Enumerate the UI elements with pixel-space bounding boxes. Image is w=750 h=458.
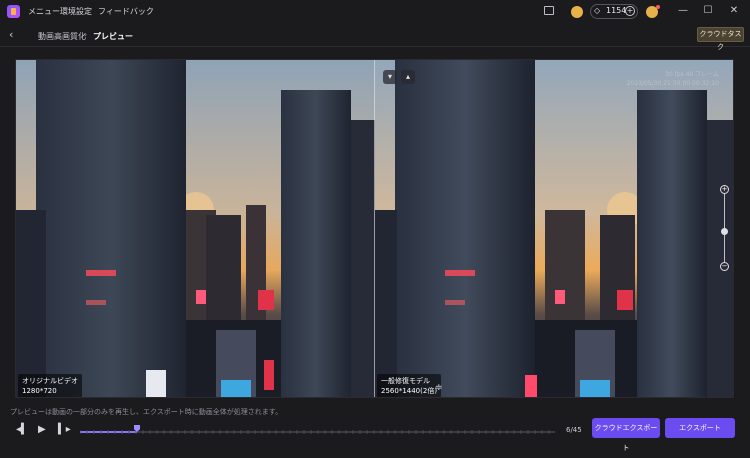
frame-counter: 6/45 xyxy=(566,426,582,434)
timeline-ticks xyxy=(80,430,550,434)
original-video-frame: オリジナルビデオ 1280*720 xyxy=(16,60,375,397)
minimize-icon[interactable]: — xyxy=(675,4,691,18)
monitor-icon[interactable] xyxy=(544,6,554,15)
menu-item-preferences[interactable]: 環境設定 xyxy=(60,6,92,17)
comparison-divider[interactable] xyxy=(374,60,375,397)
thumbs-up-icon[interactable]: ▴ xyxy=(401,70,415,84)
zoom-out-icon[interactable]: − xyxy=(720,262,729,271)
back-icon[interactable]: ‹ xyxy=(9,28,13,41)
original-video-label: オリジナルビデオ 1280*720 xyxy=(18,374,82,397)
preview-notice: プレビューは動画の一部分のみを再生し、エクスポート時に動画全体が処理されます。 xyxy=(10,408,283,416)
app-logo-icon xyxy=(7,5,20,18)
zoom-in-icon[interactable]: + xyxy=(720,185,729,194)
menu-item-feedback[interactable]: フィードバック xyxy=(98,6,154,17)
watermark-line-2: 2023/05/30 21:50:00 00:32:10 xyxy=(626,80,719,87)
enhanced-model-title: 一般修復モデル xyxy=(381,377,430,385)
cloud-task-button[interactable]: クラウドタスク xyxy=(697,27,744,51)
export-button[interactable]: エクスポート xyxy=(665,418,735,438)
add-credits-icon[interactable]: + xyxy=(625,6,635,16)
avatar[interactable] xyxy=(646,5,660,18)
breadcrumb-separator-icon: › xyxy=(84,30,88,39)
cloud-export-button[interactable]: クラウドエクスポート xyxy=(592,418,660,452)
enhanced-video-frame: ▾ ▴ 30 fps 40 フレーム 2023/05/30 21:50:00 0… xyxy=(375,60,733,397)
preview-area[interactable]: オリジナルビデオ 1280*720 ▾ ▴ 30 fps 40 フレーム 202… xyxy=(15,59,734,398)
city-scene-image xyxy=(16,60,375,397)
compare-settings-icon[interactable]: ≑ xyxy=(435,383,443,393)
menu-item-menu[interactable]: メニュー xyxy=(28,6,60,17)
original-video-resolution: 1280*720 xyxy=(22,387,57,395)
next-frame-icon[interactable]: ▍▸ xyxy=(58,424,71,435)
breadcrumb-video-enhance[interactable]: 動画高画質化 xyxy=(38,31,86,42)
zoom-slider-knob[interactable] xyxy=(721,228,728,235)
previous-frame-icon[interactable]: ◂▍ xyxy=(16,424,29,435)
video-watermark: 30 fps 40 フレーム 2023/05/30 21:50:00 00:32… xyxy=(627,70,719,88)
maximize-icon[interactable]: ☐ xyxy=(700,4,716,18)
original-video-title: オリジナルビデオ xyxy=(22,377,78,385)
enhanced-video-label: 一般修復モデル 2560*1440(2倍) xyxy=(377,374,442,397)
diamond-icon: ◇ xyxy=(594,6,601,15)
city-scene-enhanced-image xyxy=(375,60,733,397)
enhanced-model-resolution: 2560*1440(2倍) xyxy=(381,387,438,395)
thumbs-down-icon[interactable]: ▾ xyxy=(383,70,397,84)
watermark-line-1: 30 fps 40 フレーム xyxy=(665,71,719,78)
play-icon[interactable]: ▶ xyxy=(38,424,46,435)
breadcrumb-preview: プレビュー xyxy=(93,32,133,41)
credits-count: 1154 xyxy=(606,6,627,15)
crown-icon[interactable] xyxy=(571,6,583,18)
close-icon[interactable]: ✕ xyxy=(726,4,742,18)
